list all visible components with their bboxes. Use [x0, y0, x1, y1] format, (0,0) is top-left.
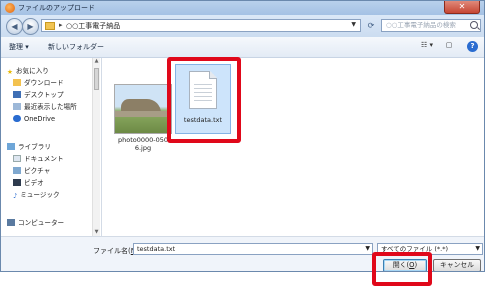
browser-icon: [5, 3, 15, 13]
help-icon[interactable]: ?: [467, 41, 478, 52]
filename-field[interactable]: testdata.txt ▼: [133, 243, 373, 255]
recent-places-icon: [13, 103, 21, 110]
close-button[interactable]: ✕: [444, 1, 480, 14]
computer-icon: [7, 219, 15, 226]
scroll-up-icon[interactable]: ▲: [93, 58, 100, 65]
scroll-down-icon[interactable]: ▼: [93, 229, 100, 236]
file-list: photo0000-050 6.jpg testdata.txt: [102, 57, 484, 236]
sidebar-item-onedrive[interactable]: OneDrive: [13, 114, 55, 124]
address-bar[interactable]: ▸ ○○工事電子納品 ▼: [41, 19, 361, 32]
pictures-icon: [13, 167, 21, 174]
view-options-icon[interactable]: ☷ ▾: [421, 41, 433, 51]
video-icon: [13, 179, 21, 186]
forward-button[interactable]: ▶: [22, 18, 39, 35]
downloads-folder-icon: [13, 79, 21, 86]
star-icon: ★: [7, 68, 13, 76]
sidebar-item-computer[interactable]: コンピューター: [7, 218, 64, 228]
breadcrumb-separator-icon[interactable]: ▸: [59, 21, 63, 29]
file-item-photo[interactable]: photo0000-050 6.jpg: [112, 84, 174, 152]
address-row: ◀ ▶ ▸ ○○工事電子納品 ▼ ⟳ ○○工事電子納品の検索: [1, 15, 484, 37]
music-note-icon: ♪: [13, 192, 18, 200]
search-icon[interactable]: [470, 21, 478, 29]
window-title: ファイルのアップロード: [18, 4, 95, 12]
sidebar-item-recent[interactable]: 最近表示した場所: [13, 102, 77, 112]
highlight-box-file: [167, 57, 241, 143]
scroll-thumb[interactable]: [94, 68, 99, 90]
sidebar-item-downloads[interactable]: ダウンロード: [13, 78, 64, 88]
chevron-down-icon[interactable]: ▼: [365, 244, 370, 254]
organize-button[interactable]: 整理 ▾: [9, 42, 29, 52]
sidebar-item-libraries[interactable]: ライブラリ: [7, 142, 51, 152]
preview-pane-icon[interactable]: ▢: [443, 41, 455, 51]
file-upload-dialog: ファイルのアップロード ✕ ◀ ▶ ▸ ○○工事電子納品 ▼ ⟳ ○○工事電子納…: [0, 0, 485, 272]
cloud-icon: [13, 115, 21, 122]
folder-icon: [45, 22, 55, 30]
toolbar: 整理 ▾ 新しいフォルダー ☷ ▾ ▢ ?: [1, 37, 484, 58]
file-name-cont: 6.jpg: [134, 144, 152, 152]
sidebar-item-pictures[interactable]: ピクチャ: [13, 166, 50, 176]
sidebar-item-documents[interactable]: ドキュメント: [13, 154, 64, 164]
desktop-icon: [13, 91, 21, 98]
search-input[interactable]: ○○工事電子納品の検索: [381, 19, 481, 32]
new-folder-button[interactable]: 新しいフォルダー: [48, 42, 104, 52]
library-icon: [7, 143, 15, 150]
nav-scrollbar[interactable]: ▲ ▼: [92, 58, 100, 236]
sidebar-item-favorites[interactable]: ★ お気に入り: [7, 66, 49, 76]
search-placeholder: ○○工事電子納品の検索: [386, 21, 456, 29]
cancel-button[interactable]: キャンセル: [433, 259, 481, 271]
document-icon: [13, 155, 21, 162]
navigation-pane: ★ お気に入り ダウンロード デスクトップ 最近表示した場所 OneDrive ラ…: [1, 58, 102, 236]
sidebar-item-music[interactable]: ♪ ミュージック: [13, 190, 60, 200]
refresh-icon[interactable]: ⟳: [364, 19, 378, 32]
sidebar-item-desktop[interactable]: デスクトップ: [13, 90, 64, 100]
photo-thumbnail: [114, 84, 172, 134]
back-button[interactable]: ◀: [6, 18, 23, 35]
chevron-down-icon[interactable]: ▼: [351, 21, 356, 28]
breadcrumb-folder[interactable]: ○○工事電子納品: [66, 21, 120, 31]
highlight-box-open: [372, 252, 432, 286]
title-bar: ファイルのアップロード ✕: [1, 1, 484, 15]
chevron-down-icon[interactable]: ▼: [475, 244, 480, 254]
file-name: photo0000-050: [117, 136, 169, 144]
sidebar-item-videos[interactable]: ビデオ: [13, 178, 44, 188]
